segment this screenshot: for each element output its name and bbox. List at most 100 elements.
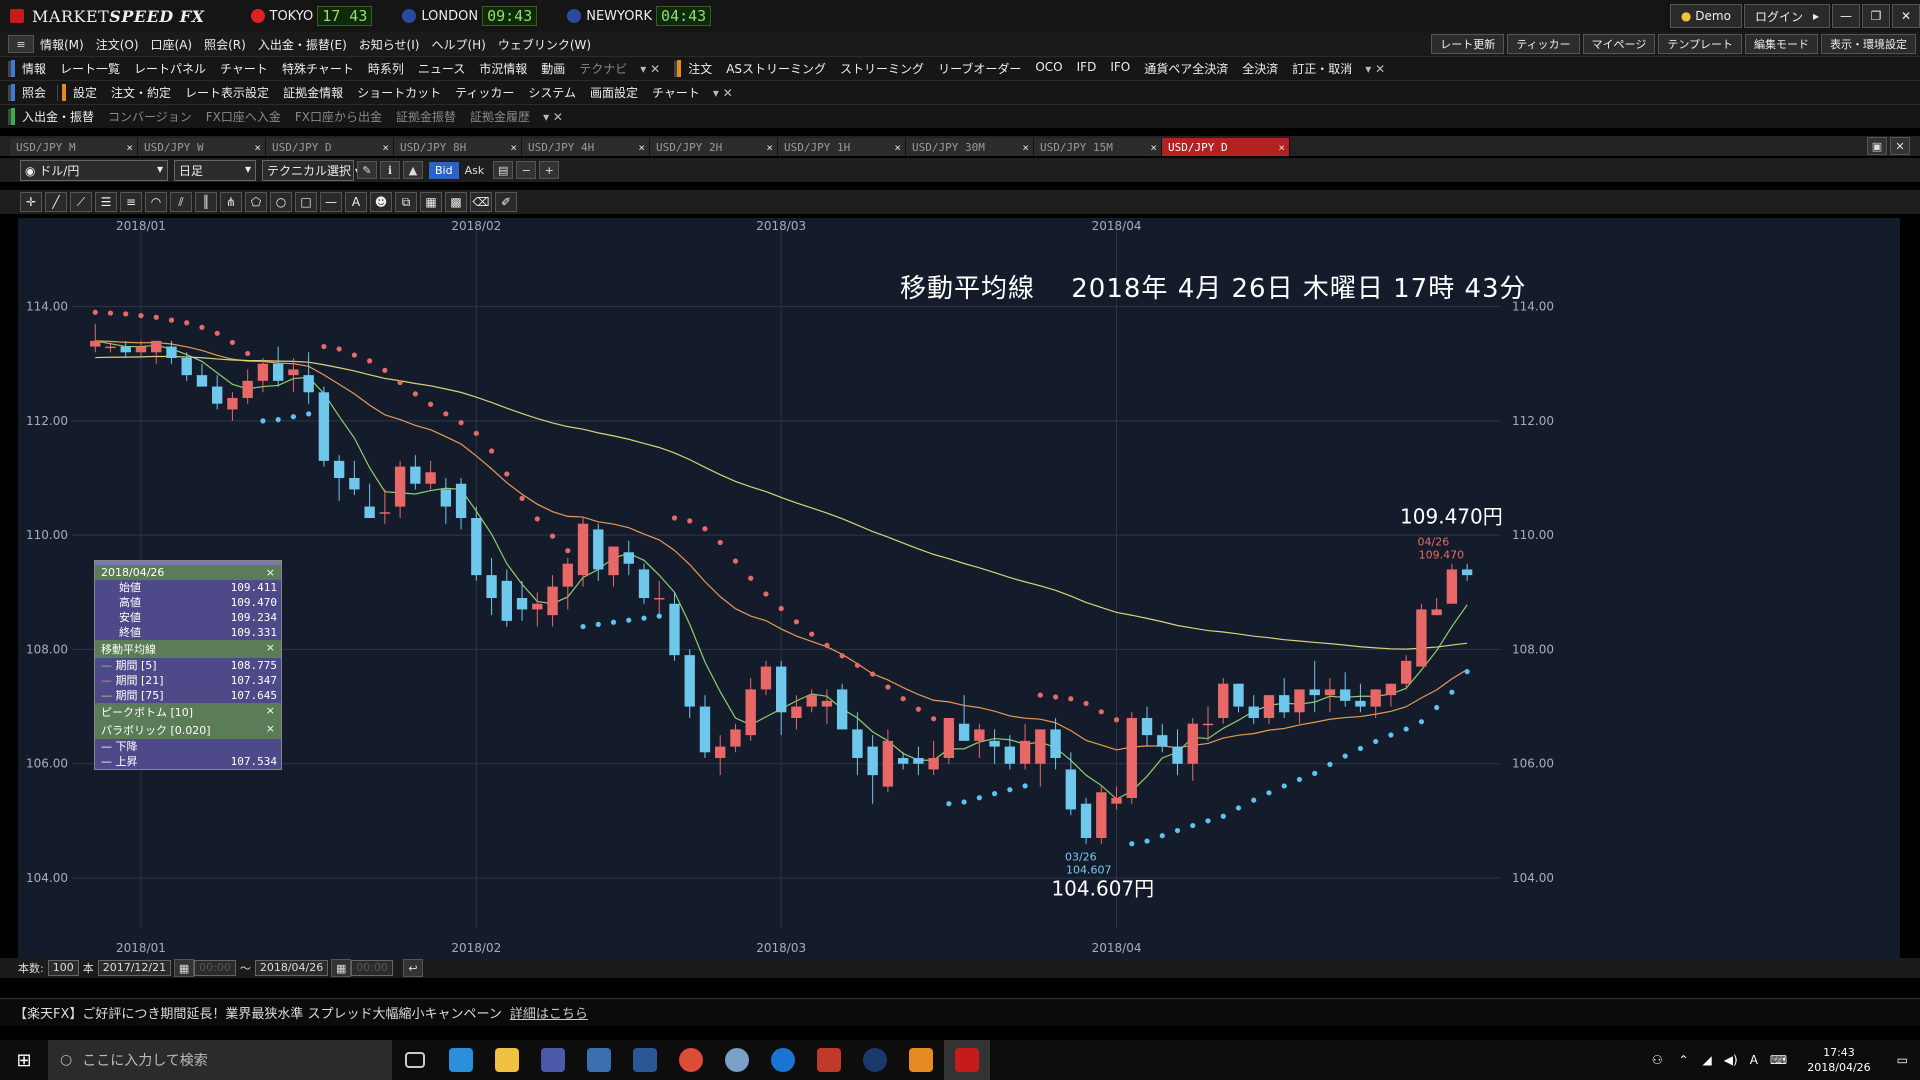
close-toolbar-icon[interactable]: ▾ ✕ <box>537 110 569 124</box>
text-icon[interactable]: A <box>345 192 367 212</box>
toolbar-item[interactable]: 全決済 <box>1235 60 1285 77</box>
close-tab-icon[interactable]: × <box>382 141 393 154</box>
app-icon-2[interactable] <box>898 1040 944 1080</box>
demo-badge[interactable]: ● Demo <box>1669 4 1742 28</box>
chart-settings-icon[interactable]: ▤ <box>493 161 514 179</box>
toolbar-item[interactable]: 注文・約定 <box>104 84 178 101</box>
toolbar-item[interactable]: OCO <box>1028 60 1069 77</box>
pentagon-icon[interactable]: ⬠ <box>245 192 267 212</box>
close-tab-icon[interactable]: × <box>1278 141 1289 154</box>
channel-icon[interactable]: ≡ <box>120 192 142 212</box>
restore-icon[interactable]: ❐ <box>1862 4 1890 28</box>
close-toolbar-icon[interactable]: ▾ ✕ <box>634 62 666 76</box>
trading-app-icon[interactable] <box>806 1040 852 1080</box>
ie-icon[interactable] <box>438 1040 484 1080</box>
marketspeed-task-icon[interactable] <box>944 1040 990 1080</box>
to-date-input[interactable]: 2018/04/26 <box>254 960 329 976</box>
volume-icon[interactable]: ◀) <box>1724 1053 1738 1067</box>
chart-tab[interactable]: USD/JPY 2H × <box>650 138 778 156</box>
word-icon[interactable] <box>622 1040 668 1080</box>
toolbar-item[interactable]: IFO <box>1103 60 1137 77</box>
toolbar-item[interactable]: チャート <box>213 60 275 77</box>
bid-toggle[interactable]: Bid <box>429 161 459 179</box>
close-toolbar-icon[interactable]: ▾ ✕ <box>707 86 739 100</box>
task-view-icon[interactable] <box>392 1040 438 1080</box>
menu-item[interactable]: ヘルプ(H) <box>425 36 491 53</box>
toolbar-item[interactable]: ニュース <box>411 60 472 77</box>
toolbar-item[interactable]: 証拠金履歴 <box>463 108 537 125</box>
calculator-icon[interactable] <box>530 1040 576 1080</box>
crosshair-icon[interactable]: ✛ <box>20 192 42 212</box>
toolbar-item[interactable]: ティッカー <box>448 84 521 101</box>
circle-icon[interactable]: ○ <box>270 192 292 212</box>
toolbar-item[interactable]: システム <box>521 84 583 101</box>
windows-start-icon[interactable]: ⊞ <box>0 1040 48 1080</box>
hamburger-icon[interactable]: ≡ <box>8 35 34 53</box>
from-date-input[interactable]: 2017/12/21 <box>97 960 172 976</box>
menu-item[interactable]: 入出金・振替(E) <box>252 36 353 53</box>
fan-icon[interactable]: ⫽ <box>170 192 192 212</box>
menu-item[interactable]: 注文(O) <box>90 36 145 53</box>
chart-tab[interactable]: USD/JPY 15M × <box>1034 138 1162 156</box>
data-window[interactable]: 2018/04/26 × 始値 109.411 高値 109.470 安値 109.234 終… <box>94 560 282 770</box>
network-icon[interactable]: ◢ <box>1703 1053 1712 1067</box>
chart-tab[interactable]: USD/JPY W × <box>138 138 266 156</box>
zoom-out-icon[interactable]: − <box>516 161 537 179</box>
to-time-input[interactable]: 00:00 <box>351 960 393 976</box>
from-time-input[interactable]: 00:00 <box>194 960 236 976</box>
close-tab-icon[interactable]: × <box>638 141 649 154</box>
paste-icon[interactable]: ▦ <box>420 192 442 212</box>
fibonacci-arc-icon[interactable]: ◠ <box>145 192 167 212</box>
chart-tab[interactable]: USD/JPY 30M × <box>906 138 1034 156</box>
taskbar-search[interactable]: ○ ここに入力して検索 <box>48 1040 392 1080</box>
toolbar-item[interactable]: テクナビ <box>572 60 634 77</box>
close-icon[interactable]: ✕ <box>1892 4 1920 28</box>
chevron-up-icon[interactable]: ⌃ <box>1678 1053 1688 1067</box>
info-icon[interactable]: ℹ <box>380 161 400 179</box>
close-toolbar-icon[interactable]: ▾ ✕ <box>1359 62 1391 76</box>
chart-tab[interactable]: USD/JPY D × <box>1162 138 1290 156</box>
toolbar-item[interactable]: 動画 <box>534 60 572 77</box>
menu-right-button[interactable]: 表示・環境設定 <box>1821 34 1916 54</box>
people-icon[interactable]: ⚇ <box>1652 1053 1663 1067</box>
taskbar-clock[interactable]: 17:43 2018/04/26 <box>1807 1045 1870 1075</box>
chrome-icon[interactable] <box>668 1040 714 1080</box>
chart-tab[interactable]: USD/JPY D × <box>266 138 394 156</box>
close-icon[interactable]: × <box>266 566 275 579</box>
toolbar-item[interactable]: 特殊チャート <box>275 60 361 77</box>
paint-icon[interactable] <box>714 1040 760 1080</box>
menu-item[interactable]: お知らせ(I) <box>353 36 426 53</box>
close-tab-icon[interactable]: × <box>254 141 265 154</box>
area-chart-icon[interactable]: ▲ <box>403 161 423 179</box>
menu-item[interactable]: 照会(R) <box>198 36 252 53</box>
chart-tab[interactable]: USD/JPY M × <box>10 138 138 156</box>
menu-right-button[interactable]: ティッカー <box>1507 34 1580 54</box>
hline-icon[interactable]: — <box>320 192 342 212</box>
edge-icon[interactable] <box>760 1040 806 1080</box>
menu-right-button[interactable]: マイページ <box>1582 34 1656 54</box>
close-icon[interactable]: × <box>266 641 275 657</box>
toolbar-item[interactable]: 時系列 <box>361 60 411 77</box>
toolbar-item[interactable]: 画面設定 <box>583 84 645 101</box>
ray-icon[interactable]: ⟋ <box>70 192 92 212</box>
toolbar-item[interactable]: ショートカット <box>350 84 448 101</box>
close-tab-icon[interactable]: × <box>766 141 777 154</box>
menu-right-button[interactable]: 編集モード <box>1745 34 1818 54</box>
toolbar-item[interactable]: 証拠金情報 <box>276 84 350 101</box>
close-tab-icon[interactable]: × <box>510 141 521 154</box>
keyboard-icon[interactable]: ⌨ <box>1770 1053 1787 1067</box>
toolbar-item[interactable]: IFD <box>1070 60 1104 77</box>
toolbar-item[interactable]: 通貨ペア全決済 <box>1137 60 1235 77</box>
inquiry-section[interactable]: 照会 <box>11 84 53 101</box>
calendar-icon[interactable]: ▦ <box>174 959 195 977</box>
eraser-all-icon[interactable]: ✐ <box>495 192 517 212</box>
delete-icon[interactable]: ▩ <box>445 192 467 212</box>
zoom-in-icon[interactable]: + <box>539 161 560 179</box>
close-window-icon[interactable]: ✕ <box>1890 137 1910 155</box>
app-window-icon[interactable] <box>576 1040 622 1080</box>
horizontal-lines-icon[interactable]: ☰ <box>95 192 117 212</box>
chart-area[interactable]: 104.00 104.00 106.00 106.00 108.00 108.00 110.… <box>18 218 1900 958</box>
toolbar-item[interactable]: ストリーミング <box>833 60 931 77</box>
close-icon[interactable]: × <box>266 704 275 720</box>
toolbar-item[interactable]: リーブオーダー <box>931 60 1028 77</box>
